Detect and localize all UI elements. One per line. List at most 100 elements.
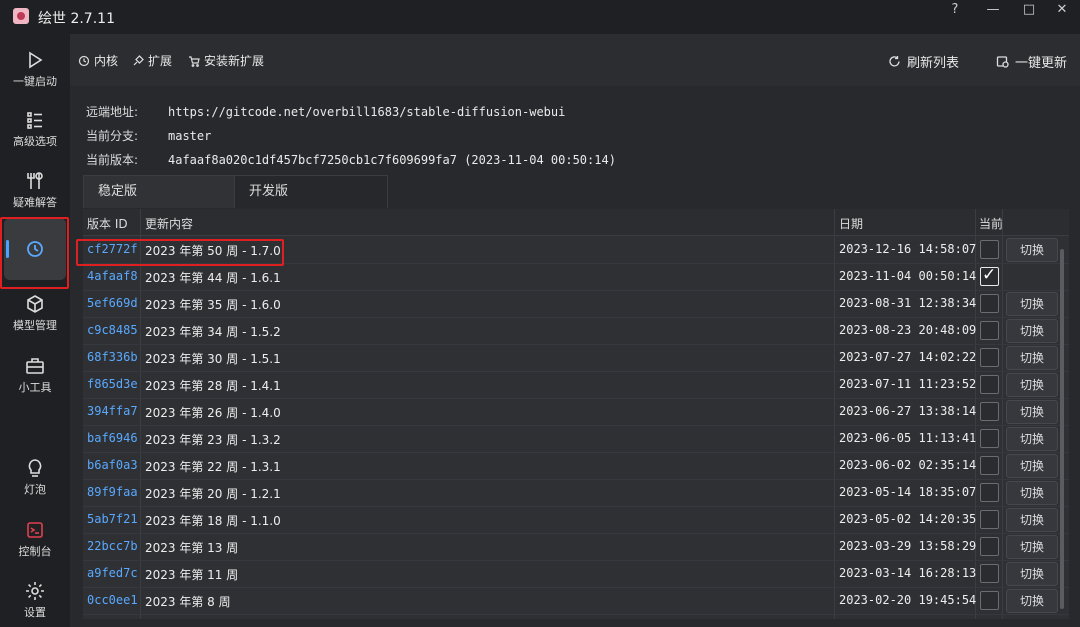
description-cell: 2023 年第 11 周: [145, 568, 239, 582]
current-checkbox[interactable]: [980, 265, 999, 286]
version-row: 当前版本: 4afaaf8a020c1df457bcf7250cb1c7f6096…: [86, 151, 616, 168]
current-checkbox[interactable]: [980, 483, 999, 502]
toolbox-icon: [26, 358, 44, 374]
date-cell: 2023-11-04 00:50:14: [839, 269, 977, 283]
refresh-label: 刷新列表: [907, 56, 960, 71]
tab-install-label: 安装新扩展: [204, 54, 265, 68]
current-checkbox[interactable]: [980, 537, 999, 556]
version-table: 版本 ID 更新内容 日期 当前 cf2772f 2023 年第 50 周 - 1…: [83, 209, 1069, 619]
branch-label: 当前分支:: [86, 129, 139, 143]
switch-version-button[interactable]: 切换: [1006, 238, 1058, 262]
nav-console[interactable]: 控制台: [4, 520, 66, 559]
table-row: f865d3e 2023 年第 28 周 - 1.4.1 2023-07-11 11…: [83, 371, 1069, 399]
table-row: 394ffa7 2023 年第 26 周 - 1.4.0 2023-06-27 13…: [83, 398, 1069, 426]
remote-url-label: 远端地址:: [86, 105, 139, 119]
title-bar: 绘世 2.7.11 ? — □ ✕: [0, 0, 1080, 34]
version-id-cell[interactable]: 394ffa7: [87, 404, 138, 418]
tab-install-extension[interactable]: 安装新扩展: [188, 52, 264, 69]
nav-tools[interactable]: 小工具: [4, 356, 66, 395]
version-id-cell[interactable]: 89f9faa: [87, 485, 138, 499]
header-current: 当前: [979, 217, 1004, 231]
description-cell: 2023 年第 13 周: [145, 541, 239, 555]
tab-dev[interactable]: 开发版: [234, 175, 388, 208]
highlight-box-row: [76, 239, 284, 266]
version-id-cell[interactable]: f865d3e: [87, 377, 138, 391]
version-id-cell[interactable]: 0cc0ee1: [87, 593, 138, 607]
current-checkbox[interactable]: [980, 429, 999, 448]
current-checkbox[interactable]: [980, 456, 999, 475]
version-id-cell[interactable]: 5ab7f21: [87, 512, 138, 526]
current-checkbox[interactable]: [980, 240, 999, 259]
help-button[interactable]: ?: [937, 0, 973, 26]
update-all-button[interactable]: 一键更新: [996, 52, 1067, 71]
history-icon: [78, 55, 90, 66]
date-cell: 2023-06-27 13:38:14: [839, 404, 977, 418]
current-checkbox[interactable]: [980, 591, 999, 610]
maximize-button[interactable]: □: [1011, 0, 1047, 26]
nav-models[interactable]: 模型管理: [4, 294, 66, 333]
date-cell: 2023-07-11 11:23:52: [839, 377, 977, 391]
gear-icon: [26, 582, 44, 600]
nav-bulb[interactable]: 灯泡: [4, 458, 66, 497]
switch-version-button[interactable]: 切换: [1006, 562, 1058, 586]
current-checkbox[interactable]: [980, 321, 999, 340]
version-id-cell[interactable]: 22bcc7b: [87, 539, 138, 553]
refresh-list-button[interactable]: 刷新列表: [888, 52, 959, 71]
current-checkbox[interactable]: [980, 510, 999, 529]
date-cell: 2023-05-02 14:20:35: [839, 512, 977, 526]
nav-settings[interactable]: 设置: [4, 581, 66, 620]
version-label: 当前版本:: [86, 153, 139, 167]
version-id-cell[interactable]: 5ef669d: [87, 296, 138, 310]
version-id-cell[interactable]: baf6946: [87, 431, 138, 445]
switch-version-button[interactable]: 切换: [1006, 508, 1058, 532]
nav-launch[interactable]: 一键启动: [4, 50, 66, 89]
nav-advanced[interactable]: 高级选项: [4, 110, 66, 149]
switch-version-button[interactable]: 切换: [1006, 535, 1058, 559]
nav-label: 模型管理: [13, 319, 57, 332]
switch-version-button[interactable]: 切换: [1006, 481, 1058, 505]
date-cell: 2023-08-23 20:48:09: [839, 323, 977, 337]
remote-url-row: 远端地址: https://gitcode.net/overbill1683/st…: [86, 103, 565, 120]
version-value: 4afaaf8a020c1df457bcf7250cb1c7f609699fa7…: [168, 153, 616, 167]
current-checkbox[interactable]: [980, 294, 999, 313]
switch-version-button[interactable]: 切换: [1006, 400, 1058, 424]
bulb-icon: [28, 459, 42, 477]
date-cell: 2023-05-14 18:35:07: [839, 485, 977, 499]
description-cell: 2023 年第 23 周 - 1.3.2: [145, 433, 281, 447]
version-id-cell[interactable]: a9fed7c: [87, 566, 138, 580]
switch-version-button[interactable]: 切换: [1006, 589, 1058, 613]
current-checkbox[interactable]: [980, 402, 999, 421]
version-id-cell[interactable]: 4afaaf8: [87, 269, 138, 283]
switch-version-button[interactable]: 切换: [1006, 319, 1058, 343]
table-row: 89f9faa 2023 年第 20 周 - 1.2.1 2023-05-14 18…: [83, 479, 1069, 507]
close-button[interactable]: ✕: [1044, 0, 1080, 26]
app-logo-icon: [13, 8, 29, 24]
table-row: 68f336b 2023 年第 30 周 - 1.5.1 2023-07-27 14…: [83, 344, 1069, 372]
current-checkbox[interactable]: [980, 564, 999, 583]
console-icon: [27, 522, 43, 538]
tab-kernel[interactable]: 内核: [78, 52, 118, 69]
tab-extensions[interactable]: 扩展: [132, 52, 172, 69]
switch-version-button[interactable]: 切换: [1006, 346, 1058, 370]
tools-icon: [27, 172, 43, 189]
refresh-icon: [889, 56, 900, 67]
current-checkbox[interactable]: [980, 375, 999, 394]
date-cell: 2023-02-20 19:45:54: [839, 593, 977, 607]
description-cell: 2023 年第 26 周 - 1.4.0: [145, 406, 281, 420]
switch-version-button[interactable]: 切换: [1006, 292, 1058, 316]
description-cell: 2023 年第 28 周 - 1.4.1: [145, 379, 281, 393]
tab-stable[interactable]: 稳定版: [83, 175, 236, 208]
description-cell: 2023 年第 20 周 - 1.2.1: [145, 487, 281, 501]
minimize-button[interactable]: —: [975, 0, 1011, 26]
date-cell: 2023-12-16 14:58:07: [839, 242, 977, 256]
vertical-scrollbar[interactable]: [1060, 249, 1064, 609]
nav-troubleshoot[interactable]: 疑难解答: [4, 171, 66, 210]
version-id-cell[interactable]: c9c8485: [87, 323, 138, 337]
version-id-cell[interactable]: b6af0a3: [87, 458, 138, 472]
version-id-cell[interactable]: 68f336b: [87, 350, 138, 364]
current-checkbox[interactable]: [980, 348, 999, 367]
switch-version-button[interactable]: 切换: [1006, 427, 1058, 451]
switch-version-button[interactable]: 切换: [1006, 373, 1058, 397]
switch-version-button[interactable]: 切换: [1006, 454, 1058, 478]
branch-row: 当前分支: master: [86, 127, 211, 144]
